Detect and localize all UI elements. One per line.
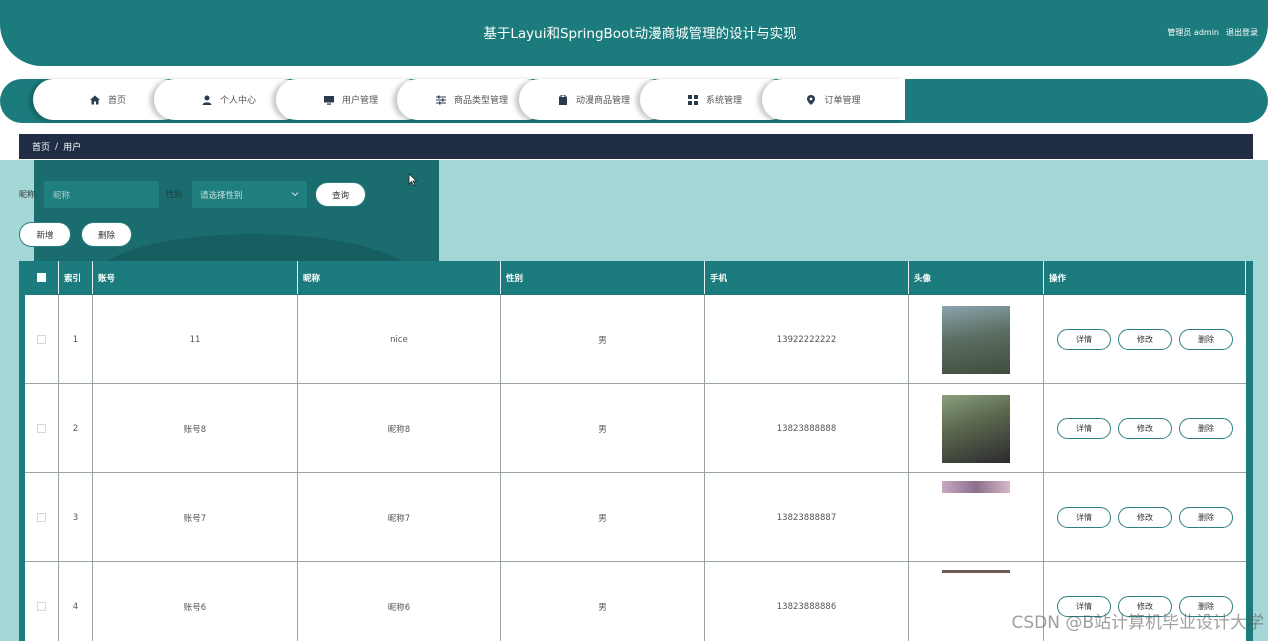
- row-checkbox[interactable]: [37, 513, 46, 522]
- monitor-icon: [323, 95, 334, 105]
- delete-button[interactable]: 删除: [1179, 418, 1233, 439]
- cell-actions: 详情 修改 删除: [1044, 295, 1246, 384]
- add-button[interactable]: 新增: [19, 222, 71, 247]
- avatar-image: [942, 481, 1010, 493]
- cell-index: 4: [59, 562, 93, 641]
- header-gender: 性别: [501, 261, 705, 294]
- table-row: 1 11 nice 男 13922222222 详情 修改 删除: [25, 295, 1246, 384]
- avatar-image: [942, 305, 1010, 374]
- header-phone: 手机: [705, 261, 909, 294]
- cell-account: 账号6: [93, 562, 298, 641]
- gender-select[interactable]: 请选择性别: [192, 181, 307, 208]
- detail-button[interactable]: 详情: [1057, 329, 1111, 350]
- edit-button[interactable]: 修改: [1118, 418, 1172, 439]
- nav-label: 系统管理: [705, 96, 742, 106]
- home-icon: [89, 95, 100, 105]
- nav-item-order-management[interactable]: 订单管理: [762, 79, 905, 120]
- header-account: 账号: [93, 261, 298, 294]
- header-user-area: 管理员 admin 退出登录: [1167, 27, 1258, 38]
- table-row: 3 账号7 昵称7 男 13823888887 详情 修改 删除: [25, 473, 1246, 562]
- cell-phone: 13823888888: [705, 384, 909, 473]
- logout-link[interactable]: 退出登录: [1226, 27, 1258, 38]
- table-header: 索引 账号 昵称 性别 手机 头像 操作: [19, 261, 1253, 294]
- nav-label: 用户管理: [341, 96, 378, 106]
- cell-nickname: 昵称6: [298, 562, 501, 641]
- nickname-input[interactable]: 昵称: [44, 181, 159, 208]
- app-title: 基于Layui和SpringBoot动漫商城管理的设计与实现: [483, 26, 797, 42]
- detail-button[interactable]: 详情: [1057, 507, 1111, 528]
- cell-nickname: 昵称7: [298, 473, 501, 562]
- cell-phone: 13823888887: [705, 473, 909, 562]
- nav-label: 首页: [107, 96, 126, 106]
- nav-label: 商品类型管理: [453, 96, 508, 106]
- cell-account: 11: [93, 295, 298, 384]
- row-checkbox[interactable]: [37, 335, 46, 344]
- cell-avatar: [909, 384, 1044, 473]
- clipboard-icon: [558, 94, 568, 105]
- row-checkbox[interactable]: [37, 424, 46, 433]
- detail-button[interactable]: 详情: [1057, 418, 1111, 439]
- gender-select-value: 请选择性别: [200, 190, 243, 201]
- delete-button[interactable]: 删除: [1179, 329, 1233, 350]
- cell-account: 账号7: [93, 473, 298, 562]
- cell-gender: 男: [501, 384, 705, 473]
- chevron-down-icon: [291, 192, 299, 197]
- row-checkbox[interactable]: [37, 602, 46, 611]
- avatar-image: [942, 394, 1010, 463]
- breadcrumb-current: 用户: [63, 143, 82, 153]
- delete-button[interactable]: 删除: [1179, 507, 1233, 528]
- row-checkbox-cell[interactable]: [25, 473, 59, 562]
- breadcrumb-separator: /: [55, 141, 59, 152]
- header-avatar: 头像: [909, 261, 1044, 294]
- row-checkbox-cell[interactable]: [25, 384, 59, 473]
- cell-phone: 13922222222: [705, 295, 909, 384]
- cell-actions: 详情 修改 删除: [1044, 473, 1246, 562]
- cell-index: 1: [59, 295, 93, 384]
- watermark-text: CSDN @B站计算机毕业设计大学: [1011, 613, 1264, 633]
- table-row: 2 账号8 昵称8 男 13823888888 详情 修改 删除: [25, 384, 1246, 473]
- breadcrumb-home[interactable]: 首页: [32, 140, 50, 153]
- select-all-checkbox[interactable]: [37, 273, 46, 282]
- breadcrumb: 首页 / 用户: [19, 134, 1253, 159]
- user-icon: [202, 95, 212, 105]
- cell-avatar: [909, 295, 1044, 384]
- content-area: 昵称 昵称 性别 请选择性别 查询 新增 删除 索引 账号 昵称 性别 手机 头…: [0, 160, 1268, 641]
- delete-selected-button[interactable]: 删除: [81, 222, 132, 247]
- nav-label: 个人中心: [219, 96, 256, 106]
- header-nickname: 昵称: [298, 261, 501, 294]
- cell-gender: 男: [501, 562, 705, 641]
- header-index: 索引: [59, 261, 93, 294]
- cell-index: 3: [59, 473, 93, 562]
- location-pin-icon: [806, 94, 816, 105]
- nav-label: 订单管理: [824, 96, 861, 106]
- cell-avatar: [909, 473, 1044, 562]
- gender-label: 性别: [166, 190, 182, 199]
- row-checkbox-cell[interactable]: [25, 295, 59, 384]
- nav-label: 动漫商品管理: [575, 96, 630, 106]
- cell-account: 账号8: [93, 384, 298, 473]
- cell-nickname: 昵称8: [298, 384, 501, 473]
- main-nav: 首页 个人中心 用户管理 商品类型管理 动漫商品管理 系统管理 订单管理: [0, 79, 1268, 123]
- nickname-label: 昵称: [19, 190, 35, 199]
- avatar-image: [942, 570, 1010, 573]
- query-button[interactable]: 查询: [315, 182, 366, 207]
- sliders-icon: [435, 95, 446, 105]
- row-checkbox-cell[interactable]: [25, 562, 59, 641]
- cell-actions: 详情 修改 删除: [1044, 384, 1246, 473]
- cell-gender: 男: [501, 473, 705, 562]
- mouse-cursor-icon: [408, 173, 418, 187]
- header-actions: 操作: [1044, 261, 1246, 294]
- header-select-all[interactable]: [25, 261, 59, 294]
- user-table: 索引 账号 昵称 性别 手机 头像 操作 1 11 nice 男 1392222…: [19, 261, 1253, 641]
- cell-index: 2: [59, 384, 93, 473]
- top-header: 基于Layui和SpringBoot动漫商城管理的设计与实现 管理员 admin…: [0, 0, 1268, 66]
- edit-button[interactable]: 修改: [1118, 329, 1172, 350]
- cell-nickname: nice: [298, 295, 501, 384]
- cell-phone: 13823888886: [705, 562, 909, 641]
- edit-button[interactable]: 修改: [1118, 507, 1172, 528]
- grid-icon: [687, 94, 698, 105]
- admin-label[interactable]: 管理员 admin: [1167, 27, 1219, 38]
- cell-gender: 男: [501, 295, 705, 384]
